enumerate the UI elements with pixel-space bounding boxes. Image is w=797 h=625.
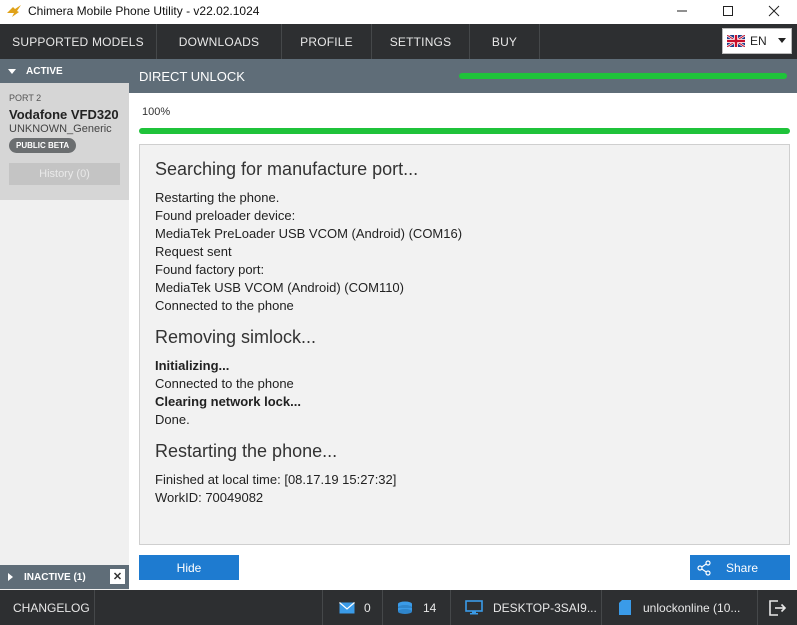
credits-count: 14 [423, 600, 437, 615]
caret-right-icon [8, 573, 13, 581]
log-line: Request sent [155, 244, 232, 259]
account-indicator[interactable]: unlockonline (10... [602, 590, 758, 625]
operation-title: DIRECT UNLOCK [139, 68, 245, 84]
language-value: EN [750, 34, 767, 48]
operation-header: DIRECT UNLOCK [129, 59, 797, 93]
share-icon [697, 559, 711, 576]
log-section: Restarting the phone... Finished at loca… [155, 441, 774, 507]
active-label: ACTIVE [26, 65, 63, 77]
log-panel: Searching for manufacture port... Restar… [139, 144, 790, 545]
nav-settings[interactable]: SETTINGS [372, 24, 470, 59]
status-bar: CHANGELOG 0 14 DESKTOP-3SAI9... unlockon… [0, 590, 797, 625]
coins-icon [398, 601, 412, 614]
computer-name: DESKTOP-3SAI9... [493, 600, 597, 615]
log-section: Removing simlock... Initializing... Conn… [155, 327, 774, 429]
uk-flag-icon [727, 35, 745, 47]
log-line: MediaTek USB VCOM (Android) (COM110) [155, 280, 404, 295]
mail-icon [339, 601, 355, 613]
log-heading: Removing simlock... [155, 327, 317, 347]
progress-percent: 100% [142, 106, 171, 118]
monitor-icon [465, 600, 483, 615]
title-bar: Chimera Mobile Phone Utility - v22.02.10… [0, 0, 797, 22]
close-icon[interactable] [751, 0, 797, 22]
header-progress-bar [459, 73, 787, 79]
device-name: Vodafone VFD320 [9, 107, 119, 122]
share-label: Share [726, 560, 759, 575]
messages-count: 0 [364, 600, 371, 615]
log-heading: Restarting the phone... [155, 441, 338, 461]
device-model: UNKNOWN_Generic [9, 123, 112, 135]
active-section-header[interactable]: ACTIVE [0, 59, 129, 83]
nav-buy[interactable]: BUY [470, 24, 540, 59]
device-card[interactable]: PORT 2 Vodafone VFD320 UNKNOWN_Generic P… [0, 83, 129, 200]
public-beta-badge: PUBLIC BETA [9, 138, 77, 153]
messages-indicator[interactable]: 0 [322, 590, 383, 625]
log-line: Found preloader device: [155, 208, 296, 223]
top-nav: SUPPORTED MODELS DOWNLOADS PROFILE SETTI… [0, 24, 797, 59]
chimera-logo-icon [6, 3, 22, 19]
window-title: Chimera Mobile Phone Utility - v22.02.10… [28, 4, 260, 18]
log-line: Clearing network lock... [155, 394, 301, 409]
history-button[interactable]: History (0) [9, 163, 120, 185]
credits-indicator[interactable]: 14 [383, 590, 451, 625]
sidebar: ACTIVE PORT 2 Vodafone VFD320 UNKNOWN_Ge… [0, 59, 129, 590]
log-heading: Searching for manufacture port... [155, 159, 419, 179]
log-line: Found factory port: [155, 262, 265, 277]
log-line: Done. [155, 412, 190, 427]
language-select[interactable]: EN [722, 28, 792, 54]
minimize-icon[interactable] [659, 0, 705, 22]
log-line: Restarting the phone. [155, 190, 280, 205]
maximize-icon[interactable] [705, 0, 751, 22]
changelog-button[interactable]: CHANGELOG [0, 590, 95, 625]
hide-button[interactable]: Hide [139, 555, 239, 580]
logout-button[interactable] [758, 590, 797, 625]
inactive-label: INACTIVE (1) [24, 571, 86, 583]
port-label: PORT 2 [9, 93, 42, 103]
log-line: Connected to the phone [155, 376, 294, 391]
close-inactive-icon[interactable]: ✕ [110, 569, 125, 584]
log-line: WorkID: 70049082 [155, 490, 264, 505]
sim-card-icon [619, 600, 631, 615]
account-name: unlockonline (10... [643, 600, 741, 615]
log-line: Finished at local time: [08.17.19 15:27:… [155, 472, 397, 487]
nav-profile[interactable]: PROFILE [282, 24, 372, 59]
logout-icon [768, 599, 786, 616]
inactive-section-header[interactable]: INACTIVE (1) ✕ [0, 565, 129, 589]
nav-supported-models[interactable]: SUPPORTED MODELS [0, 24, 157, 59]
changelog-label: CHANGELOG [13, 600, 90, 615]
computer-indicator[interactable]: DESKTOP-3SAI9... [451, 590, 602, 625]
main-panel: DIRECT UNLOCK 100% Searching for manufac… [129, 59, 797, 590]
caret-down-icon [8, 68, 16, 74]
log-line: MediaTek PreLoader USB VCOM (Android) (C… [155, 226, 463, 241]
log-section: Searching for manufacture port... Restar… [155, 159, 774, 315]
nav-downloads[interactable]: DOWNLOADS [157, 24, 282, 59]
share-button[interactable]: Share [690, 555, 790, 580]
log-line: Initializing... [155, 358, 230, 373]
chevron-down-icon [778, 38, 786, 43]
log-line: Connected to the phone [155, 298, 294, 313]
progress-bar [139, 128, 790, 134]
